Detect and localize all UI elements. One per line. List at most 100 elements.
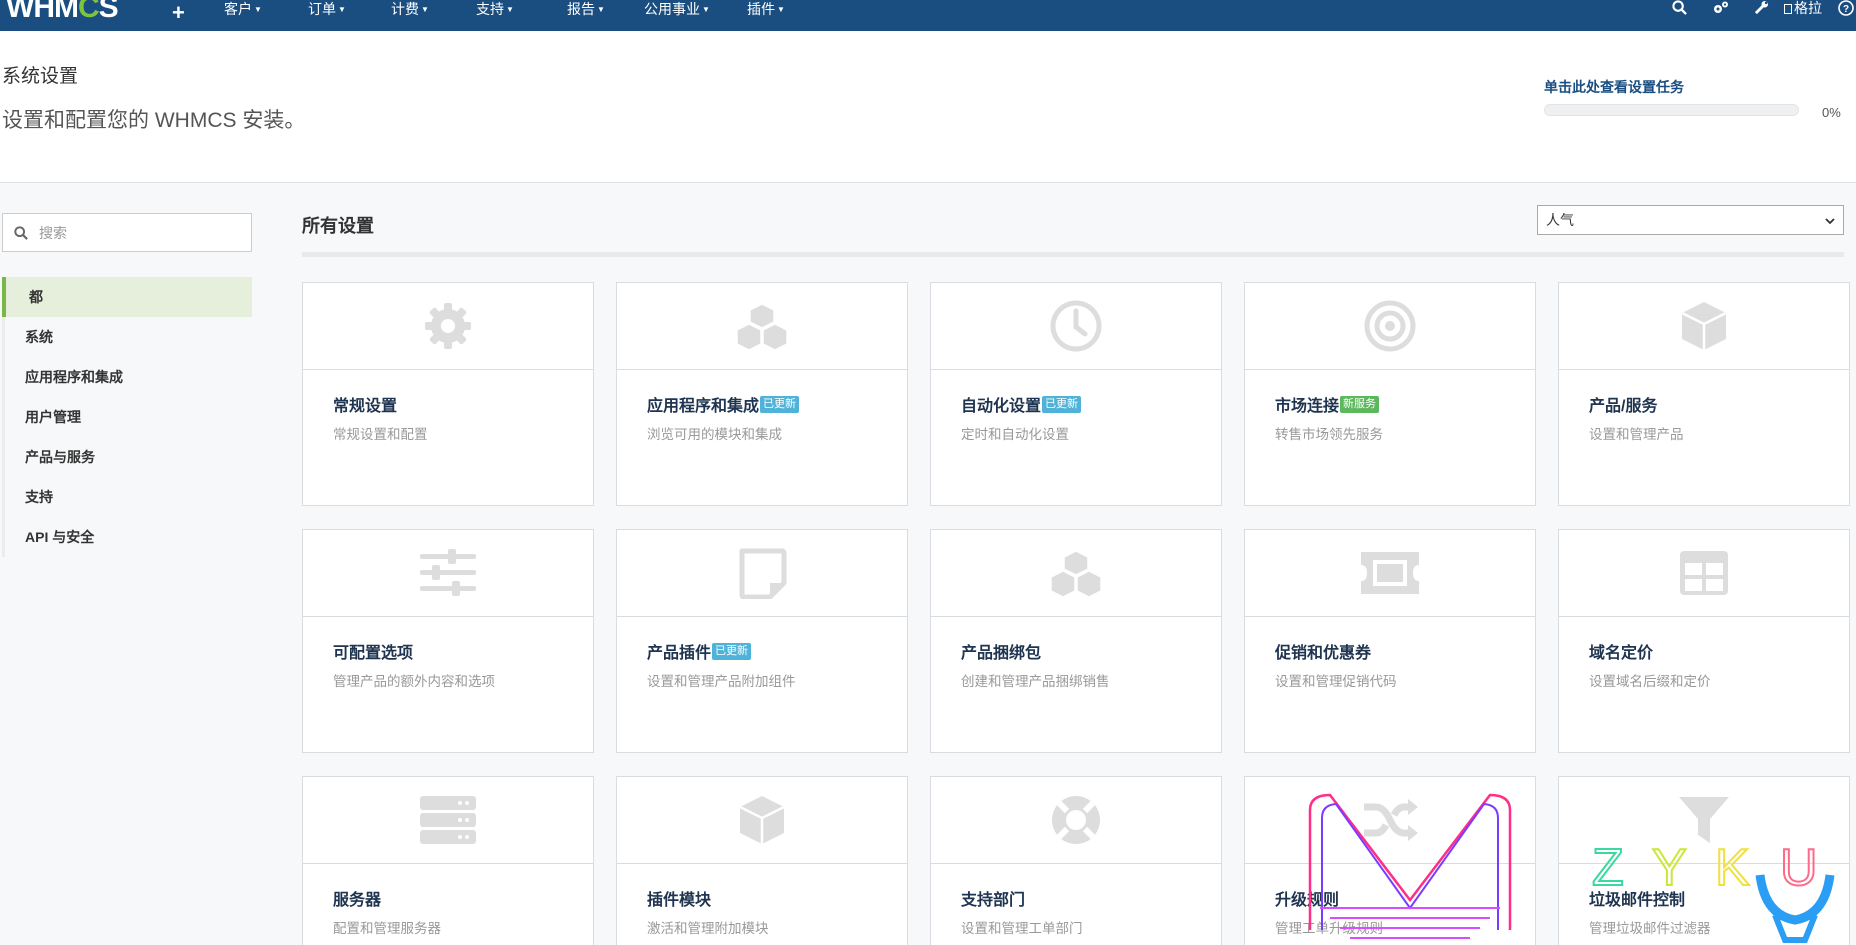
card-title[interactable]: 升级规则 [1275, 886, 1535, 910]
nav-item-addons[interactable]: 插件 ▼ [747, 1, 785, 18]
card-title[interactable]: 插件模块 [647, 886, 907, 910]
card-icon-area [617, 283, 907, 370]
section-divider [302, 252, 1844, 257]
gear-icon [422, 300, 474, 352]
card-title[interactable]: 支持部门 [961, 886, 1221, 910]
card-description: 设置和管理工单部门 [961, 921, 1083, 936]
settings-card[interactable]: 自动化设置 已更新定时和自动化设置 [930, 282, 1222, 506]
card-title[interactable]: 可配置选项 [333, 639, 593, 663]
nav-item-utilities[interactable]: 公用事业 ▼ [644, 1, 710, 18]
wrench-icon[interactable] [1754, 0, 1769, 19]
settings-card[interactable]: 支持部门设置和管理工单部门 [930, 776, 1222, 945]
nav-item-billing[interactable]: 计费 ▼ [391, 1, 429, 18]
card-title[interactable]: 常规设置 [333, 392, 593, 416]
card-title[interactable]: 产品插件 已更新 [647, 639, 907, 663]
clock-icon [1049, 299, 1103, 353]
user-avatar[interactable]: 格拉 [1784, 0, 1822, 16]
sidebar-item-apps-integrations[interactable]: 应用程序和集成 [5, 357, 252, 397]
settings-card[interactable]: 促销和优惠券 设置和管理促销代码 [1244, 529, 1536, 753]
sidebar-item-products-services[interactable]: 产品与服务 [5, 437, 252, 477]
nav-item-reports[interactable]: 报告 ▼ [567, 1, 605, 18]
card-title[interactable]: 域名定价 [1589, 639, 1849, 663]
card-icon-area [1245, 777, 1535, 864]
card-icon-area [931, 530, 1221, 617]
server-icon [420, 794, 476, 846]
status-badge: 已更新 [1042, 395, 1082, 413]
sort-select-value: 人气 [1546, 212, 1574, 228]
status-badge: 已更新 [712, 642, 752, 660]
ticket-icon [1359, 550, 1421, 596]
settings-card[interactable]: 市场连接 新服务转售市场领先服务 [1244, 282, 1536, 506]
settings-card[interactable]: 可配置选项管理产品的额外内容和选项 [302, 529, 594, 753]
card-title[interactable]: 市场连接 新服务 [1275, 392, 1535, 416]
sticky-note-icon [737, 547, 787, 599]
card-title[interactable]: 促销和优惠券 [1275, 639, 1535, 663]
settings-sidebar: 都 系统 应用程序和集成 用户管理 产品与服务 支持 API 与安全 [2, 277, 252, 557]
setup-tasks-link[interactable]: 单击此处查看设置任务 [1544, 77, 1684, 97]
setup-progress-text: 0% [1822, 105, 1841, 120]
sidebar-item-api-security[interactable]: API 与安全 [5, 517, 252, 557]
settings-card[interactable]: 常规设置常规设置和配置 [302, 282, 594, 506]
card-icon-area [617, 777, 907, 864]
card-description: 常规设置和配置 [333, 427, 428, 442]
card-description: 浏览可用的模块和集成 [647, 427, 782, 442]
card-title[interactable]: 垃圾邮件控制 [1589, 886, 1849, 910]
card-description: 设置域名后缀和定价 [1589, 674, 1711, 689]
card-icon-area [1559, 777, 1849, 864]
card-description: 管理垃圾邮件过滤器 [1589, 921, 1711, 936]
status-badge: 新服务 [1340, 395, 1380, 413]
nav-item-clients[interactable]: 客户 ▼ [224, 1, 262, 18]
nav-item-support[interactable]: 支持 ▼ [476, 1, 514, 18]
sidebar-item-user-management[interactable]: 用户管理 [5, 397, 252, 437]
settings-card[interactable]: 升级规则管理工单升级规则 [1244, 776, 1536, 945]
search-icon[interactable] [1672, 0, 1687, 19]
card-title[interactable]: 产品/服务 [1589, 392, 1849, 416]
settings-card[interactable]: 垃圾邮件控制管理垃圾邮件过滤器 [1558, 776, 1850, 945]
settings-card[interactable]: 产品插件 已更新设置和管理产品附加组件 [616, 529, 908, 753]
filter-icon [1677, 793, 1731, 847]
help-icon[interactable]: ? [1838, 0, 1854, 20]
status-badge: 已更新 [760, 395, 800, 413]
card-description: 转售市场领先服务 [1275, 427, 1383, 442]
card-description: 设置和管理产品附加组件 [647, 674, 796, 689]
settings-card[interactable]: 域名定价设置域名后缀和定价 [1558, 529, 1850, 753]
settings-card[interactable]: 产品/服务设置和管理产品 [1558, 282, 1850, 506]
settings-search-input[interactable] [39, 224, 239, 241]
card-title[interactable]: 产品捆绑包 [961, 639, 1221, 663]
nav-item-orders[interactable]: 订单 ▼ [308, 1, 346, 18]
card-description: 激活和管理附加模块 [647, 921, 769, 936]
card-icon-area [931, 777, 1221, 864]
gears-icon[interactable] [1712, 0, 1730, 19]
table-icon [1678, 549, 1730, 597]
card-title[interactable]: 应用程序和集成 已更新 [647, 392, 907, 416]
sort-select[interactable]: 人气 [1537, 205, 1844, 235]
card-icon-area [1245, 283, 1535, 370]
all-settings-title: 所有设置 [302, 216, 374, 236]
settings-card[interactable]: 应用程序和集成 已更新浏览可用的模块和集成 [616, 282, 908, 506]
page-title: 系统设置 [2, 66, 79, 87]
card-description: 定时和自动化设置 [961, 427, 1069, 442]
card-description: 管理工单升级规则 [1275, 921, 1383, 936]
settings-card[interactable]: 插件模块激活和管理附加模块 [616, 776, 908, 945]
card-description: 设置和管理产品 [1589, 427, 1684, 442]
random-icon [1362, 797, 1418, 843]
card-icon-area [303, 530, 593, 617]
whmcs-logo[interactable]: WHMCS [6, 0, 119, 24]
settings-search-box[interactable] [2, 213, 252, 252]
card-icon-area [1245, 530, 1535, 617]
add-new-button[interactable]: + [172, 2, 185, 24]
card-description: 创建和管理产品捆绑销售 [961, 674, 1110, 689]
settings-card[interactable]: 产品捆绑包创建和管理产品捆绑销售 [930, 529, 1222, 753]
sidebar-item-system[interactable]: 系统 [5, 317, 252, 357]
card-description: 配置和管理服务器 [333, 921, 441, 936]
card-title[interactable]: 自动化设置 已更新 [961, 392, 1221, 416]
sidebar-item-support[interactable]: 支持 [5, 477, 252, 517]
cubes-icon [1047, 547, 1105, 599]
page-subtitle: 设置和配置您的 WHMCS 安装。 [2, 109, 306, 132]
card-title[interactable]: 服务器 [333, 886, 593, 910]
card-icon-area [303, 777, 593, 864]
settings-card[interactable]: 服务器配置和管理服务器 [302, 776, 594, 945]
sidebar-item-all[interactable]: 都 [2, 277, 252, 317]
card-description: 管理产品的额外内容和选项 [333, 674, 495, 689]
top-navbar: WHMCS + 客户 ▼ 订单 ▼ 计费 ▼ 支持 ▼ 报告 ▼ 公用事业 ▼ 插件 ▼ 格拉… [0, 0, 1856, 31]
